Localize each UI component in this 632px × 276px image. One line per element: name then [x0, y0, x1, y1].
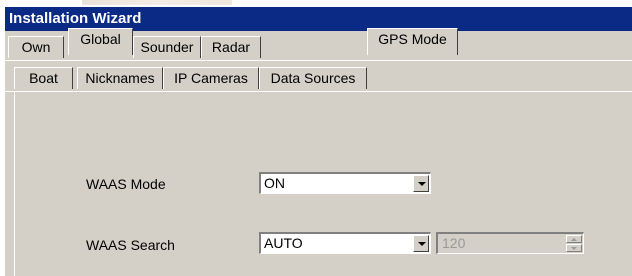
window-title: Installation Wizard: [9, 10, 142, 27]
spinner-value: 120: [442, 235, 466, 251]
waas-mode-select[interactable]: ON: [259, 172, 431, 194]
top-decoration: [82, 0, 232, 5]
tab-data-sources[interactable]: Data Sources: [259, 67, 367, 89]
tab-label: Boat: [29, 70, 58, 86]
tab-label: Sounder: [140, 39, 194, 55]
tab-row1-divider: [5, 60, 632, 61]
tab-global[interactable]: Global: [68, 28, 133, 55]
tab-radar[interactable]: Radar: [201, 36, 261, 58]
chevron-down-icon[interactable]: [413, 175, 429, 192]
tab-label: Nicknames: [85, 70, 155, 86]
chevron-down-icon[interactable]: [413, 235, 429, 252]
tab-gps-mode[interactable]: GPS Mode: [367, 28, 458, 55]
tab-label: Global: [80, 31, 121, 47]
spin-up-icon: [566, 235, 582, 243]
tab-label: Data Sources: [270, 70, 356, 86]
tab-label: Own: [21, 39, 51, 55]
tab-boat[interactable]: Boat: [14, 67, 73, 89]
waas-search-select[interactable]: AUTO: [259, 232, 431, 254]
spinner-arrows: [566, 235, 582, 252]
waas-search-label: WAAS Search: [86, 237, 175, 253]
waas-search-value: AUTO: [264, 235, 303, 251]
tab-label: Radar: [211, 39, 251, 55]
waas-mode-value: ON: [264, 175, 285, 191]
tab-label: IP Cameras: [174, 70, 248, 86]
tab-sounder[interactable]: Sounder: [133, 36, 201, 58]
tab-nicknames[interactable]: Nicknames: [77, 67, 163, 89]
waas-search-spinner: 120: [436, 232, 584, 254]
spin-down-icon: [566, 244, 582, 252]
tab-ip-cameras[interactable]: IP Cameras: [163, 67, 259, 89]
top-strip: [0, 0, 632, 7]
waas-mode-label: WAAS Mode: [86, 176, 166, 192]
tab-label: GPS Mode: [378, 31, 447, 47]
tab-own[interactable]: Own: [8, 36, 64, 58]
gps-mode-panel: WAAS Mode ON WAAS Search AUTO 120: [14, 92, 632, 276]
wizard-window: Own Global Sounder Radar Boat Nicknames …: [5, 28, 632, 276]
